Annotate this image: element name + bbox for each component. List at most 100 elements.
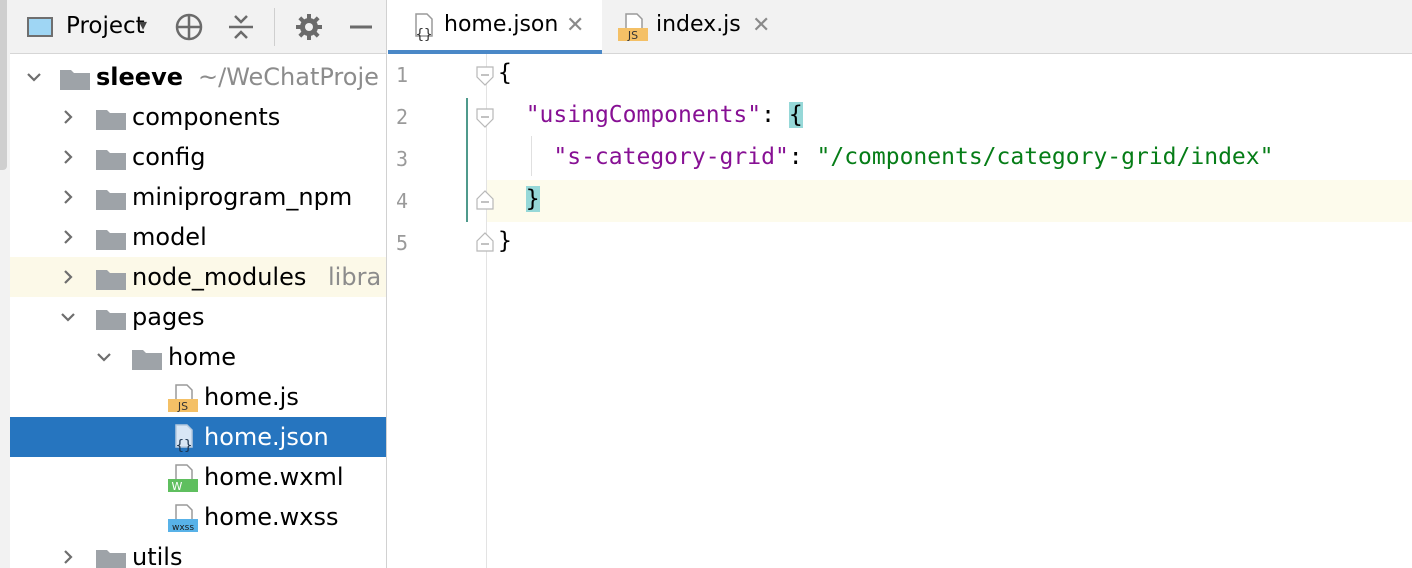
tree-item-home-wxml[interactable]: W home.wxml bbox=[10, 457, 386, 497]
tree-item-label: node_modules bbox=[132, 263, 307, 291]
code-line-2[interactable]: "usingComponents": { bbox=[498, 102, 803, 128]
vcs-change-marker bbox=[466, 98, 468, 222]
locate-target-icon[interactable] bbox=[172, 10, 206, 44]
tree-item-components[interactable]: components bbox=[10, 97, 386, 137]
tree-item-pages[interactable]: pages bbox=[10, 297, 386, 337]
tree-item-node-modules[interactable]: node_modules libra bbox=[10, 257, 386, 297]
left-edge-scrollbar[interactable] bbox=[0, 0, 10, 568]
json-key: "usingComponents" bbox=[525, 102, 762, 128]
chevron-right-icon[interactable] bbox=[58, 187, 78, 207]
file-type-label: wxss bbox=[172, 523, 194, 533]
tree-item-label: config bbox=[132, 143, 206, 171]
json-brace: } bbox=[498, 228, 512, 254]
tree-item-home-folder[interactable]: home bbox=[10, 337, 386, 377]
tree-item-utils[interactable]: utils bbox=[10, 537, 386, 568]
folder-icon bbox=[96, 108, 126, 130]
tree-item-home-json[interactable]: {} home.json bbox=[10, 417, 386, 457]
tree-item-model[interactable]: model bbox=[10, 217, 386, 257]
json-string-value: "/components/category-grid/index" bbox=[816, 144, 1274, 170]
current-line-highlight bbox=[487, 180, 1412, 222]
tree-item-label: utils bbox=[132, 543, 183, 568]
tree-item-label: model bbox=[132, 223, 207, 251]
folder-icon bbox=[60, 68, 90, 90]
line-gutter: 1 2 3 4 5 bbox=[388, 54, 494, 568]
tab-home-json[interactable]: {} home.json ✕ bbox=[388, 0, 602, 54]
file-type-label: W bbox=[172, 480, 183, 493]
code-line-1[interactable]: { bbox=[498, 60, 512, 86]
file-type-label: JS bbox=[627, 29, 638, 42]
json-brace: { bbox=[498, 60, 512, 86]
project-toolbar: Project ▾ bbox=[10, 0, 386, 54]
json-brace-matched: { bbox=[788, 102, 803, 128]
wxml-file-icon: W bbox=[168, 463, 198, 493]
code-line-3[interactable]: "s-category-grid": "/components/category… bbox=[498, 144, 1273, 170]
close-icon[interactable]: ✕ bbox=[752, 13, 770, 38]
folder-icon bbox=[96, 188, 126, 210]
tree-item-config[interactable]: config bbox=[10, 137, 386, 177]
chevron-right-icon[interactable] bbox=[58, 547, 78, 567]
chevron-right-icon[interactable] bbox=[58, 227, 78, 247]
tab-label: index.js bbox=[656, 12, 741, 37]
tab-label: home.json bbox=[444, 12, 559, 37]
json-file-icon: {} bbox=[408, 12, 438, 43]
line-number: 4 bbox=[396, 189, 409, 213]
json-colon: : bbox=[761, 102, 789, 128]
fold-close-icon[interactable] bbox=[476, 232, 494, 252]
file-type-label: JS bbox=[177, 400, 188, 413]
folder-icon bbox=[96, 308, 126, 330]
folder-icon bbox=[96, 228, 126, 250]
json-key: "s-category-grid" bbox=[553, 144, 789, 170]
chevron-right-icon[interactable] bbox=[58, 267, 78, 287]
file-type-label: {} bbox=[176, 438, 193, 453]
editor-area: {} home.json ✕ JS index.js ✕ 1 2 3 4 5 {… bbox=[388, 0, 1412, 568]
toolbar-divider bbox=[274, 8, 275, 46]
tab-index-js[interactable]: JS index.js ✕ bbox=[602, 0, 786, 53]
tree-item-sleeve[interactable]: sleeve ~/WeChatProje bbox=[10, 57, 386, 97]
line-number: 5 bbox=[396, 231, 409, 255]
chevron-down-icon[interactable] bbox=[94, 347, 114, 367]
gear-icon[interactable] bbox=[292, 10, 326, 44]
line-number: 1 bbox=[396, 63, 409, 87]
tree-item-miniprogram-npm[interactable]: miniprogram_npm bbox=[10, 177, 386, 217]
line-number: 3 bbox=[396, 147, 409, 171]
chevron-down-icon[interactable]: ▾ bbox=[139, 15, 147, 34]
line-number: 2 bbox=[396, 105, 409, 129]
tree-item-label: pages bbox=[132, 303, 205, 331]
tree-item-home-js[interactable]: JS home.js bbox=[10, 377, 386, 417]
js-file-icon: JS bbox=[168, 383, 198, 413]
file-type-label: {} bbox=[416, 27, 433, 42]
tree-item-library-note: libra bbox=[328, 263, 382, 291]
tree-item-path: ~/WeChatProje bbox=[198, 63, 379, 91]
chevron-down-icon[interactable] bbox=[24, 67, 44, 87]
chevron-right-icon[interactable] bbox=[58, 147, 78, 167]
chevron-right-icon[interactable] bbox=[58, 107, 78, 127]
hide-panel-icon[interactable] bbox=[344, 10, 378, 44]
project-window-icon bbox=[27, 17, 53, 37]
project-title[interactable]: Project bbox=[66, 13, 145, 39]
tree-item-label: home bbox=[168, 343, 237, 371]
tree-item-label: home.wxss bbox=[204, 503, 339, 531]
scrollbar-thumb[interactable] bbox=[0, 0, 7, 170]
tree-item-label: components bbox=[132, 103, 281, 131]
tree-item-home-wxss[interactable]: wxss home.wxss bbox=[10, 497, 386, 537]
code-line-4[interactable]: } bbox=[498, 186, 540, 212]
code-line-5[interactable]: } bbox=[498, 228, 512, 254]
close-icon[interactable]: ✕ bbox=[566, 13, 584, 38]
fold-close-icon[interactable] bbox=[476, 190, 494, 210]
project-panel: Project ▾ sleeve ~/WeChatProje component… bbox=[10, 0, 387, 568]
tree-item-label: home.js bbox=[204, 383, 299, 411]
fold-open-icon[interactable] bbox=[476, 108, 494, 128]
tree-item-label: home.wxml bbox=[204, 463, 344, 491]
js-file-icon: JS bbox=[618, 12, 648, 42]
folder-icon bbox=[132, 348, 162, 370]
json-file-icon: {} bbox=[168, 423, 198, 454]
chevron-down-icon[interactable] bbox=[58, 307, 78, 327]
editor-tab-bar: {} home.json ✕ JS index.js ✕ bbox=[388, 0, 1412, 54]
tree-item-label: sleeve bbox=[96, 63, 183, 91]
fold-open-icon[interactable] bbox=[476, 66, 494, 86]
json-colon: : bbox=[788, 144, 817, 170]
collapse-all-icon[interactable] bbox=[224, 10, 258, 44]
json-brace-matched: } bbox=[525, 186, 540, 212]
tree-item-label: home.json bbox=[204, 423, 329, 451]
folder-icon bbox=[96, 148, 126, 170]
